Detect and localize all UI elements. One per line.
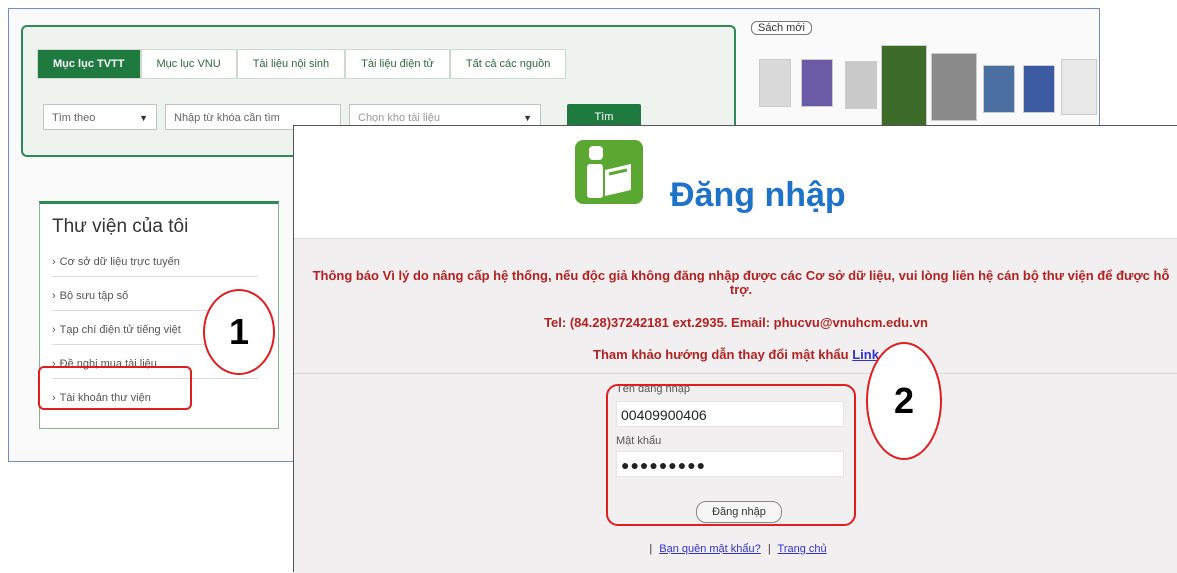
tab-tai-lieu-noi-sinh[interactable]: Tài liệu nội sinh — [236, 49, 346, 79]
step-2-label: 2 — [893, 380, 915, 421]
my-library-item[interactable]: › Cơ sở dữ liệu trực tuyến — [52, 256, 258, 277]
book-cover[interactable] — [1061, 59, 1097, 115]
bottom-links: | Bạn quên mật khẩu? | Trang chủ — [294, 543, 1177, 555]
my-library-item-label: Cơ sở dữ liệu trực tuyến — [59, 256, 180, 268]
link-separator: | — [767, 543, 771, 555]
book-cover[interactable] — [1023, 65, 1055, 113]
my-library-item-label: Bộ sưu tập số — [59, 290, 129, 302]
book-cover[interactable] — [931, 53, 977, 121]
chevron-right-icon: › — [52, 324, 56, 336]
tab-muc-luc-vnu[interactable]: Mục lục VNU — [140, 49, 237, 79]
book-cover[interactable] — [983, 65, 1015, 113]
home-link[interactable]: Trang chủ — [778, 543, 827, 555]
new-books-panel: Sách mới — [747, 21, 1102, 135]
password-guide-text: Tham khảo hướng dẫn thay đổi mật khẩu — [593, 347, 849, 362]
contact-info: Tel: (84.28)37242181 ext.2935. Email: ph… — [544, 315, 928, 330]
forgot-password-link[interactable]: Bạn quên mật khẩu? — [659, 543, 761, 555]
step-2-marker: 2 — [866, 342, 942, 460]
highlight-login-form — [606, 384, 856, 526]
link-separator: | — [649, 543, 653, 555]
login-title: Đăng nhập — [670, 176, 846, 214]
password-guide: Tham khảo hướng dẫn thay đổi mật khẩu Li… — [294, 347, 1177, 362]
step-1-label: 1 — [228, 311, 250, 352]
book-cover[interactable] — [845, 61, 877, 109]
library-logo-icon — [575, 140, 643, 204]
search-tabs: Mục lục TVTT Mục lục VNU Tài liệu nội si… — [37, 49, 567, 79]
book-cover[interactable] — [801, 59, 833, 107]
highlight-account-link — [38, 366, 192, 410]
book-cover[interactable] — [881, 45, 927, 135]
password-guide-link[interactable]: Link — [852, 347, 879, 362]
maintenance-notice: Thông báo Vì lý do nâng cấp hệ thống, nế… — [312, 268, 1170, 297]
tab-muc-luc-tvtt[interactable]: Mục lục TVTT — [37, 49, 141, 79]
new-books-title: Sách mới — [751, 21, 812, 35]
search-field-select[interactable]: Tìm theo ▼ — [43, 104, 157, 130]
tab-tat-ca-cac-nguon[interactable]: Tất cả các nguồn — [449, 49, 567, 79]
chevron-right-icon: › — [52, 256, 56, 268]
chevron-right-icon: › — [52, 290, 56, 302]
tab-tai-lieu-dien-tu[interactable]: Tài liệu điện tử — [345, 49, 450, 79]
search-field-select-label: Tìm theo — [52, 112, 96, 124]
book-cover[interactable] — [759, 59, 791, 107]
keyword-placeholder: Nhập từ khóa cần tìm — [174, 112, 280, 124]
divider — [294, 373, 1177, 374]
step-1-marker: 1 — [203, 289, 275, 375]
my-library-title: Thư viện của tôi — [52, 216, 189, 237]
collection-select-label: Chọn kho tài liệu — [358, 112, 440, 124]
chevron-down-icon: ▼ — [139, 113, 148, 123]
my-library-item-label: Tạp chí điện tử tiếng việt — [59, 324, 181, 336]
